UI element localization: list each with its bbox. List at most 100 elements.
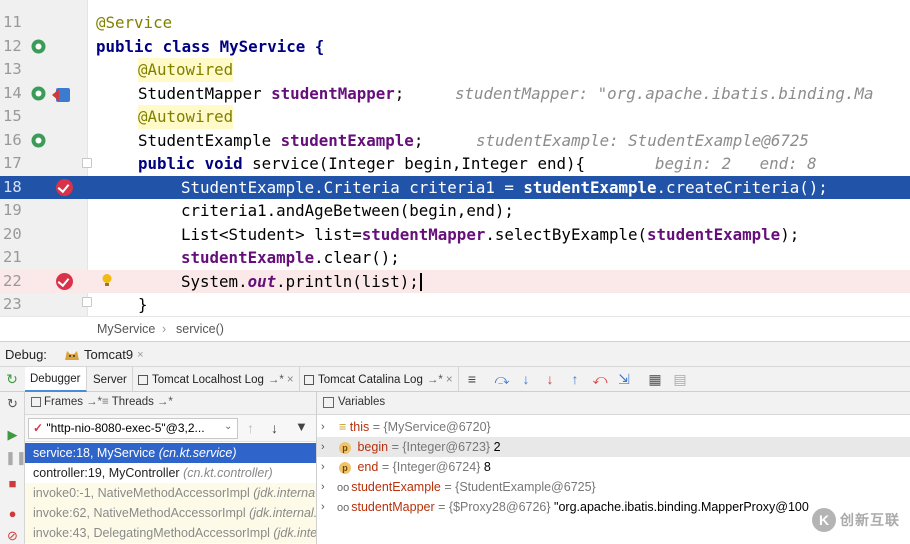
code-line-13[interactable]: 13 @Autowired xyxy=(0,58,910,82)
chevron-down-icon[interactable]: ⌄ xyxy=(224,421,232,432)
mybatis-mapper-icon[interactable] xyxy=(50,83,72,105)
line-number: 21 xyxy=(3,248,22,266)
code-text: public void service(Integer begin,Intege… xyxy=(138,154,586,173)
expand-arrow-icon[interactable]: › xyxy=(321,417,325,437)
variable-name: studentMapper xyxy=(351,500,435,514)
tab-label: Frames xyxy=(44,396,83,408)
lightbulb-icon[interactable] xyxy=(101,273,113,288)
code-line-11[interactable]: 11 @Service xyxy=(0,11,910,35)
pin-icon: →* xyxy=(267,373,284,386)
frame-package: (jdk.interna xyxy=(253,486,316,500)
filter-icon[interactable]: ▼ xyxy=(295,419,308,434)
code-line-20[interactable]: 20 List<Student> list=studentMapper.sele… xyxy=(0,223,910,247)
arrow-down-icon[interactable]: ↓ xyxy=(271,420,278,436)
frame-item[interactable]: invoke:62, NativeMethodAccessorImpl (jdk… xyxy=(25,503,316,523)
tab-tomcat9[interactable]: Tomcat9 × xyxy=(58,344,150,365)
stop-icon[interactable]: ■ xyxy=(5,476,20,491)
tab-label: Tomcat Catalina Log xyxy=(318,373,423,386)
inline-debug-hint: studentExample: StudentExample@6725 xyxy=(476,130,809,150)
line-number: 18 xyxy=(3,177,22,196)
thread-select[interactable]: ✓ "http-nio-8080-exec-5"@3,2... xyxy=(28,418,238,439)
drop-frame-icon[interactable]: ⤺ xyxy=(592,371,608,387)
code-text: @Service xyxy=(96,13,173,32)
code-line-23[interactable]: 23 } xyxy=(0,293,910,316)
restart-icon[interactable]: ↻ xyxy=(5,396,20,411)
field-watch-icon: oo xyxy=(337,502,350,514)
code-line-22-breakpoint[interactable]: 22 System.out.println(list); xyxy=(0,269,910,293)
breadcrumb-class[interactable]: MyService xyxy=(97,322,155,336)
code-line-14[interactable]: 14 StudentMapper studentMapper; studentM… xyxy=(0,82,910,106)
frame-item[interactable]: invoke0:-1, NativeMethodAccessorImpl (jd… xyxy=(25,483,316,503)
spring-bean-icon[interactable] xyxy=(30,38,47,55)
variable-row[interactable]: › p begin = {Integer@6723} 2 xyxy=(317,437,910,457)
view-breakpoints-icon[interactable]: ● xyxy=(5,506,20,521)
variable-row[interactable]: › oo studentExample = {StudentExample@672… xyxy=(317,477,910,497)
spring-bean-icon[interactable] xyxy=(30,85,47,102)
code-line-17[interactable]: 17 public void service(Integer begin,Int… xyxy=(0,152,910,176)
layout-icon[interactable]: ▤ xyxy=(672,371,688,387)
variable-name: begin xyxy=(357,440,389,454)
code-editor[interactable]: 11 @Service 12 public class MyService { … xyxy=(0,0,910,316)
code-line-21[interactable]: 21 studentExample.clear(); xyxy=(0,246,910,270)
frame-item[interactable]: invoke:43, DelegatingMethodAccessorImpl … xyxy=(25,523,317,543)
code-text: @Autowired xyxy=(138,105,234,129)
frame-item[interactable]: controller:19, MyController (cn.kt.contr… xyxy=(25,463,316,483)
breadcrumb-separator-icon: › xyxy=(162,322,167,336)
code-line-15[interactable]: 15 @Autowired xyxy=(0,105,910,129)
frame-package: (jdk.inte xyxy=(273,526,317,540)
tab-debugger[interactable]: Debugger xyxy=(25,367,87,392)
close-icon[interactable]: × xyxy=(446,374,453,386)
close-icon[interactable]: × xyxy=(287,374,294,386)
frame-item[interactable]: service:18, MyService (cn.kt.service) xyxy=(25,443,316,463)
close-icon[interactable]: × xyxy=(137,349,143,361)
code-line-12[interactable]: 12 public class MyService { xyxy=(0,35,910,59)
tab-frames[interactable]: Frames →* xyxy=(31,396,102,408)
debugger-toolbar: ↻ Debugger Server Tomcat Localhost Log →… xyxy=(0,366,910,392)
step-over-icon[interactable]: ⤼ xyxy=(494,371,510,387)
breakpoint-icon[interactable] xyxy=(56,272,73,290)
breakpoint-icon[interactable] xyxy=(56,178,73,196)
line-number: 11 xyxy=(3,13,22,31)
code-line-19[interactable]: 19 criteria1.andAgeBetween(begin,end); xyxy=(0,199,910,223)
fold-marker-icon[interactable] xyxy=(82,297,92,307)
force-step-into-icon[interactable]: ↓ xyxy=(542,371,558,387)
variables-icon xyxy=(323,397,334,408)
expand-arrow-icon[interactable]: › xyxy=(321,477,325,497)
arrow-up-icon[interactable]: ↑ xyxy=(247,420,254,436)
spring-bean-icon[interactable] xyxy=(30,132,47,149)
resume-icon[interactable]: ▶ xyxy=(5,427,20,442)
inline-debug-hint: begin: 2 end: 8 xyxy=(655,154,817,173)
tab-server[interactable]: Server xyxy=(88,367,133,392)
variable-value: {StudentExample@6725} xyxy=(455,480,596,494)
variable-value: {MyService@6720} xyxy=(383,420,491,434)
line-number: 19 xyxy=(3,201,22,219)
tab-tomcat-localhost-log[interactable]: Tomcat Localhost Log →* × xyxy=(133,367,300,392)
step-into-icon[interactable]: ↓ xyxy=(518,371,534,387)
code-text: public class MyService { xyxy=(96,36,325,56)
parameter-icon: p xyxy=(339,441,351,454)
tab-tomcat-catalina-log[interactable]: Tomcat Catalina Log →* × xyxy=(299,367,459,392)
evaluate-expression-icon[interactable]: ▦ xyxy=(647,371,663,387)
tab-label: Tomcat9 xyxy=(84,347,134,362)
menu-icon[interactable]: ≡ xyxy=(464,371,480,387)
thread-select-value: "http-nio-8080-exec-5"@3,2... xyxy=(46,421,205,435)
code-line-16[interactable]: 16 StudentExample studentExample; studen… xyxy=(0,129,910,153)
variable-row[interactable]: › p end = {Integer@6724} 8 xyxy=(317,457,910,477)
expand-arrow-icon[interactable]: › xyxy=(321,457,325,477)
log-icon xyxy=(138,374,148,385)
fold-marker-icon[interactable] xyxy=(82,158,92,168)
breadcrumb-method[interactable]: service() xyxy=(176,322,224,336)
step-out-icon[interactable]: ↑ xyxy=(567,371,583,387)
rerun-icon[interactable]: ↻ xyxy=(4,371,20,387)
tab-threads[interactable]: ≡ Threads →* xyxy=(102,396,173,408)
tab-label: Tomcat Localhost Log xyxy=(152,373,264,386)
watermark-text: 创新互联 xyxy=(840,512,900,528)
code-line-18-current[interactable]: 18 StudentExample.Criteria criteria1 = s… xyxy=(0,175,910,199)
mute-breakpoints-icon[interactable]: ⊘ xyxy=(5,528,20,543)
expand-arrow-icon[interactable]: › xyxy=(321,497,325,517)
run-to-cursor-icon[interactable]: ⇲ xyxy=(616,371,632,387)
pause-icon[interactable]: ❚❚ xyxy=(5,450,27,465)
variable-row[interactable]: › ≡ this = {MyService@6720} xyxy=(317,417,910,437)
expand-arrow-icon[interactable]: › xyxy=(321,437,325,457)
